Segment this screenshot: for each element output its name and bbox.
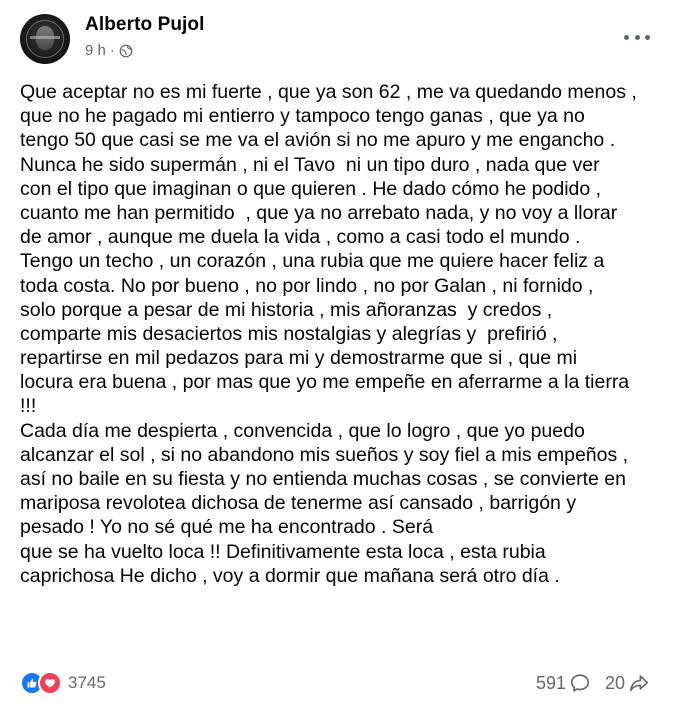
comment-icon — [570, 674, 590, 692]
post-text-line: Nunca he sido supermán , ni el Tavo ni u… — [20, 153, 600, 176]
post-text-line: !!! — [20, 395, 37, 418]
post-text-line: repartirse en mil pedazos para mi y demo… — [20, 347, 578, 370]
reactions-summary[interactable]: 3745 — [20, 671, 106, 695]
post-text-line: que se ha vuelto loca !! Definitivamente… — [20, 540, 546, 563]
share-icon — [630, 675, 649, 692]
post-text-line: con el tipo que imaginan o que quieren .… — [20, 177, 602, 200]
meta-separator: · — [109, 42, 115, 59]
author-name[interactable]: Alberto Pujol — [85, 14, 205, 36]
post-time[interactable]: 9 h — [85, 42, 106, 59]
post-meta: 9 h · — [85, 42, 133, 59]
dot — [645, 34, 650, 40]
post-text-line: mariposa revolotea dichosa de tenerme as… — [20, 492, 577, 515]
facebook-post: Alberto Pujol 9 h · Que aceptar no es mi… — [0, 0, 685, 708]
engagement-stats: 591 20 — [536, 672, 650, 694]
comment-count: 591 — [536, 672, 567, 693]
post-body: Que aceptar no es mi fuerte , que ya son… — [20, 80, 670, 588]
globe-icon[interactable] — [119, 44, 133, 58]
dot — [634, 34, 640, 40]
post-text-line: así no baile en su fiesta y no entienda … — [20, 468, 626, 490]
post-text-line: solo porque a pesar de mi historia , mis… — [20, 298, 553, 321]
post-text-line: tengo 50 que casi se me va el avión si n… — [20, 129, 616, 152]
post-text-line: alcanzar el sol , si no abandono mis sue… — [20, 443, 629, 466]
post-text-line: que no he pagado mi entierro y tampoco t… — [20, 105, 585, 128]
share-count: 20 — [605, 672, 626, 693]
comments-stat[interactable]: 591 — [536, 672, 591, 694]
love-icon — [38, 671, 62, 695]
avatar-band — [30, 36, 60, 39]
shares-stat[interactable]: 20 — [605, 672, 650, 694]
post-text-line: Que aceptar no es mi fuerte , que ya son… — [20, 81, 637, 103]
post-text-line: comparte mis desaciertos mis nostalgias … — [20, 322, 558, 345]
post-text-line: cuanto me han permitido , que ya no arre… — [20, 201, 618, 224]
post-text-line: Cada día me despierta , convencida , que… — [20, 419, 585, 442]
author-avatar[interactable] — [20, 14, 70, 64]
reaction-count: 3745 — [68, 673, 106, 692]
post-text-line: toda costa. No por bueno , no por lindo … — [20, 274, 594, 297]
post-text-line: de amor , aunque me duela la vida , como… — [20, 226, 581, 249]
post-text-line: caprichosa He dicho , voy a dormir que m… — [20, 564, 560, 587]
post-text-line: pesado ! Yo no sé qué me ha encontrado .… — [20, 516, 434, 539]
dot — [624, 34, 629, 40]
post-text-line: locura era buena , por mas que yo me emp… — [20, 371, 630, 394]
post-text-line: Tengo un techo , un corazón , una rubia … — [20, 250, 605, 273]
more-options-icon[interactable] — [624, 27, 650, 47]
